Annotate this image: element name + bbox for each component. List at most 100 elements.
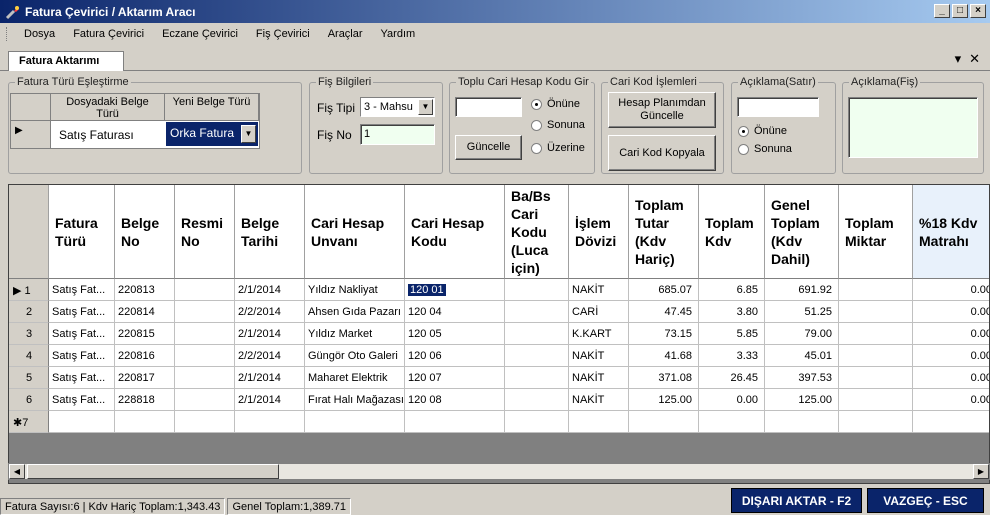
cell-fatura-turu[interactable]: Satış Fat... — [49, 323, 115, 345]
cell-resmi-no[interactable] — [175, 279, 235, 301]
cell-tutar[interactable]: 371.08 — [629, 367, 699, 389]
cell-tutar[interactable]: 41.68 — [629, 345, 699, 367]
cell-doviz[interactable]: NAKİT — [569, 389, 629, 411]
cell-cari-kodu[interactable]: 120 06 — [405, 345, 505, 367]
scroll-thumb[interactable] — [27, 464, 279, 479]
new-cell[interactable] — [305, 411, 405, 433]
cell-miktar[interactable] — [839, 301, 913, 323]
table-row[interactable]: 4 Satış Fat... 220816 2/2/2014 Güngör Ot… — [9, 345, 989, 367]
new-cell[interactable] — [839, 411, 913, 433]
menu-dosya[interactable]: Dosya — [15, 28, 64, 40]
table-row[interactable]: 2 Satış Fat... 220814 2/2/2014 Ahsen Gıd… — [9, 301, 989, 323]
menu-araclar[interactable]: Araçlar — [319, 28, 372, 40]
cell-babs[interactable] — [505, 301, 569, 323]
cell-resmi-no[interactable] — [175, 323, 235, 345]
table-row[interactable]: 6 Satış Fat... 228818 2/1/2014 Fırat Hal… — [9, 389, 989, 411]
new-cell[interactable] — [765, 411, 839, 433]
cell-belge-no[interactable]: 228818 — [115, 389, 175, 411]
cell-genel[interactable]: 691.92 — [765, 279, 839, 301]
radio-uzerine[interactable]: Üzerine — [531, 142, 585, 154]
cell-belge-no[interactable]: 220816 — [115, 345, 175, 367]
new-cell[interactable] — [699, 411, 765, 433]
cell-babs[interactable] — [505, 389, 569, 411]
col-belge-tarihi[interactable]: Belge Tarihi — [235, 185, 305, 279]
cell-resmi-no[interactable] — [175, 345, 235, 367]
fis-no-input[interactable]: 1 — [360, 124, 435, 145]
scroll-right-icon[interactable]: ▶ — [973, 464, 989, 479]
hesap-planimdan-guncelle-button[interactable]: Hesap Planımdan Güncelle — [608, 92, 716, 128]
toplu-cari-input[interactable] — [455, 97, 522, 117]
cell-belge-no[interactable]: 220814 — [115, 301, 175, 323]
new-row[interactable]: ✱7 — [9, 411, 989, 433]
cari-kod-kopyala-button[interactable]: Cari Kod Kopyala — [608, 135, 716, 171]
tab-dropdown-icon[interactable]: ▾ — [955, 51, 962, 67]
cell-cari-kodu[interactable]: 120 04 — [405, 301, 505, 323]
col-babs-cari-kodu[interactable]: Ba/Bs Cari Kodu (Luca için) — [505, 185, 569, 279]
cancel-button[interactable]: VAZGEÇ - ESC — [867, 488, 984, 513]
radio-onune[interactable]: Önüne — [531, 98, 580, 110]
tab-close-icon[interactable]: ✕ — [969, 51, 980, 67]
cell-belge-tarihi[interactable]: 2/1/2014 — [235, 389, 305, 411]
menu-eczane-cevirici[interactable]: Eczane Çevirici — [153, 28, 247, 40]
cell-belge-tarihi[interactable]: 2/2/2014 — [235, 301, 305, 323]
menu-yardim[interactable]: Yardım — [372, 28, 425, 40]
cell-matrah[interactable]: 0.00 — [913, 389, 989, 411]
cell-fatura-turu[interactable]: Satış Fat... — [49, 279, 115, 301]
cell-matrah[interactable]: 0.00 — [913, 279, 989, 301]
row-header[interactable]: 3 — [9, 323, 49, 345]
row-header[interactable]: 2 — [9, 301, 49, 323]
cell-kdv[interactable]: 3.33 — [699, 345, 765, 367]
col-genel-toplam[interactable]: Genel Toplam (Kdv Dahil) — [765, 185, 839, 279]
export-button[interactable]: DIŞARI AKTAR - F2 — [731, 488, 862, 513]
cell-tutar[interactable]: 685.07 — [629, 279, 699, 301]
cell-kdv[interactable]: 3.80 — [699, 301, 765, 323]
cell-doviz[interactable]: K.KART — [569, 323, 629, 345]
table-row[interactable]: ▶ 1 Satış Fat... 220813 2/1/2014 Yıldız … — [9, 279, 989, 301]
cell-kdv[interactable]: 6.85 — [699, 279, 765, 301]
maximize-button[interactable]: □ — [952, 4, 968, 18]
cell-doviz[interactable]: CARİ — [569, 301, 629, 323]
cell-resmi-no[interactable] — [175, 301, 235, 323]
table-row[interactable]: 3 Satış Fat... 220815 2/1/2014 Yıldız Ma… — [9, 323, 989, 345]
new-cell[interactable] — [235, 411, 305, 433]
cell-genel[interactable]: 79.00 — [765, 323, 839, 345]
cell-belge-no[interactable]: 220815 — [115, 323, 175, 345]
row-header[interactable]: 4 — [9, 345, 49, 367]
cell-belge-no[interactable]: 220813 — [115, 279, 175, 301]
cell-belge-tarihi[interactable]: 2/1/2014 — [235, 367, 305, 389]
cell-cari-unvan[interactable]: Yıldız Market — [305, 323, 405, 345]
cell-miktar[interactable] — [839, 345, 913, 367]
col-fatura-turu[interactable]: Fatura Türü — [49, 185, 115, 279]
menu-fis-cevirici[interactable]: Fiş Çevirici — [247, 28, 319, 40]
cell-matrah[interactable]: 0.00 — [913, 301, 989, 323]
cell-cari-unvan[interactable]: Maharet Elektrik — [305, 367, 405, 389]
new-cell[interactable] — [115, 411, 175, 433]
cell-belge-tarihi[interactable]: 2/2/2014 — [235, 345, 305, 367]
col-cari-kodu[interactable]: Cari Hesap Kodu — [405, 185, 505, 279]
cell-miktar[interactable] — [839, 279, 913, 301]
col-toplam-kdv[interactable]: Toplam Kdv — [699, 185, 765, 279]
col-toplam-miktar[interactable]: Toplam Miktar — [839, 185, 913, 279]
cell-kdv[interactable]: 5.85 — [699, 323, 765, 345]
cell-doviz[interactable]: NAKİT — [569, 345, 629, 367]
cell-babs[interactable] — [505, 279, 569, 301]
col-toplam-tutar[interactable]: Toplam Tutar (Kdv Hariç) — [629, 185, 699, 279]
cell-matrah[interactable]: 0.00 — [913, 345, 989, 367]
aciklama-fis-textarea[interactable] — [848, 97, 978, 158]
cell-fatura-turu[interactable]: Satış Fat... — [49, 301, 115, 323]
cell-babs[interactable] — [505, 367, 569, 389]
cell-resmi-no[interactable] — [175, 367, 235, 389]
cell-doviz[interactable]: NAKİT — [569, 279, 629, 301]
radio-sonuna[interactable]: Sonuna — [531, 119, 585, 131]
cell-cari-unvan[interactable]: Yıldız Nakliyat — [305, 279, 405, 301]
col-resmi-no[interactable]: Resmi No — [175, 185, 235, 279]
cell-doviz[interactable]: NAKİT — [569, 367, 629, 389]
cell-resmi-no[interactable] — [175, 389, 235, 411]
cell-kdv[interactable]: 0.00 — [699, 389, 765, 411]
cell-fatura-turu[interactable]: Satış Fat... — [49, 389, 115, 411]
minimize-button[interactable]: _ — [934, 4, 950, 18]
row-header[interactable]: 6 — [9, 389, 49, 411]
new-row-header[interactable]: ✱7 — [9, 411, 49, 433]
aciklama-radio-onune[interactable]: Önüne — [738, 125, 787, 137]
cell-miktar[interactable] — [839, 389, 913, 411]
